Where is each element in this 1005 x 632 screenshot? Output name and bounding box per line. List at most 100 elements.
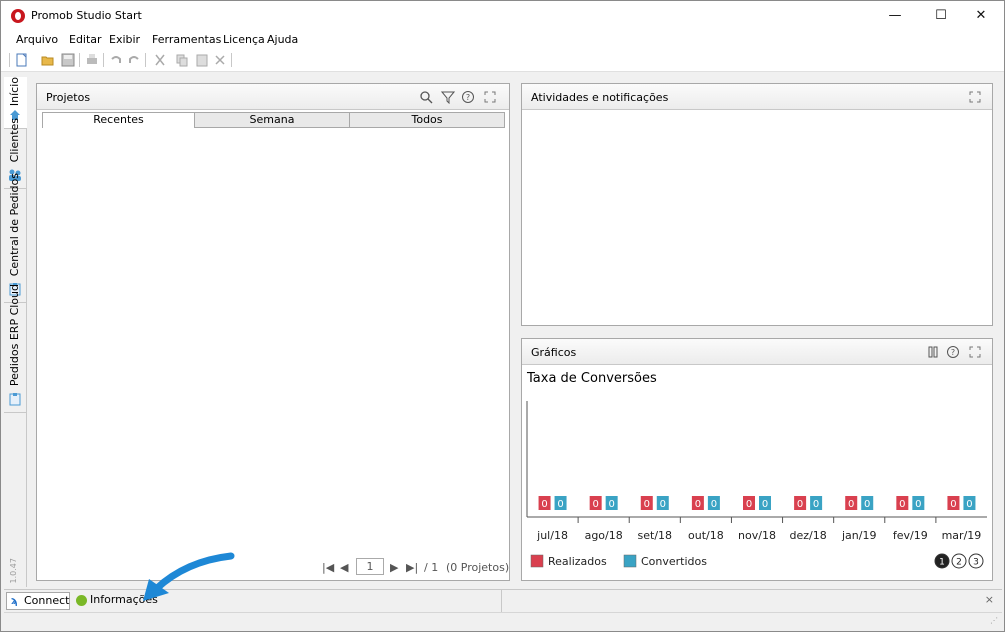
first-page-button[interactable]: |◀ (322, 561, 334, 574)
search-icon[interactable] (419, 90, 433, 104)
menu-editar[interactable]: Editar (69, 33, 102, 46)
prev-page-button[interactable]: ◀ (340, 561, 348, 574)
menu-ajuda[interactable]: Ajuda (267, 33, 298, 46)
data-label: 0 (592, 499, 598, 510)
expand-icon[interactable] (483, 90, 497, 104)
sidebar-item-label: Clientes (8, 117, 21, 162)
projects-header: Projetos ? (37, 84, 509, 110)
rss-icon: ϡ (11, 594, 18, 607)
expand-icon[interactable] (968, 345, 982, 359)
app-window: Promob Studio Start — ☐ ✕ Arquivo Editar… (0, 0, 1005, 632)
tab-recentes[interactable]: Recentes (42, 112, 195, 128)
x-tick-label: fev/19 (893, 529, 928, 542)
projects-title: Projetos (46, 91, 91, 104)
activities-panel: Atividades e notificações (521, 83, 993, 326)
legend-swatch (530, 554, 544, 568)
cut-icon[interactable] (153, 53, 167, 67)
data-label: 0 (608, 499, 614, 510)
activities-header: Atividades e notificações (522, 84, 992, 110)
sidebar: Início Clientes Central de Pedidos Pedid… (4, 77, 27, 587)
projects-pager: |◀ ◀ 1 ▶ ▶| / 1 (0 Projetos) (322, 558, 512, 578)
data-label: 0 (915, 499, 921, 510)
data-label: 0 (746, 499, 752, 510)
sidebar-item-pedidos-erp[interactable]: Pedidos ERP Cloud (4, 284, 27, 413)
chart-title: Taxa de Conversões (527, 371, 657, 386)
cloud-orders-icon (9, 393, 21, 406)
legend-label: Realizados (548, 555, 607, 568)
data-label: 0 (950, 499, 956, 510)
data-label: 0 (695, 499, 701, 510)
info-icon (76, 595, 87, 606)
projects-panel: Projetos ? Recentes Semana Todos |◀ ◀ 1 … (36, 83, 510, 581)
connect-label: Connect (24, 594, 70, 607)
menu-ferramentas[interactable]: Ferramentas (152, 33, 221, 46)
x-tick-label: jul/18 (536, 529, 568, 542)
tab-semana[interactable]: Semana (194, 112, 350, 128)
paste-icon[interactable] (195, 53, 209, 67)
project-count: (0 Projetos) (446, 561, 510, 574)
data-label: 0 (541, 499, 547, 510)
data-label: 0 (711, 499, 717, 510)
copy-icon[interactable] (175, 53, 189, 67)
window-title: Promob Studio Start (31, 9, 142, 22)
x-tick-label: ago/18 (585, 529, 623, 542)
svg-text:?: ? (951, 348, 955, 357)
x-tick-label: mar/19 (942, 529, 982, 542)
connect-button[interactable]: ϡ Connect (6, 592, 70, 610)
page-input[interactable]: 1 (356, 558, 384, 575)
legend-label: Convertidos (641, 555, 707, 568)
x-tick-label: set/18 (638, 529, 673, 542)
x-tick-label: dez/18 (789, 529, 826, 542)
sidebar-item-label: Pedidos ERP Cloud (8, 283, 21, 386)
chart-page-number: 1 (939, 558, 945, 568)
bottom-strip: ⋰ (4, 612, 1002, 631)
toolbar-separator (79, 53, 80, 67)
x-tick-label: jan/19 (841, 529, 876, 542)
status-close-button[interactable]: × (985, 593, 994, 606)
app-logo-icon (11, 9, 25, 23)
data-label: 0 (864, 499, 870, 510)
menu-arquivo[interactable]: Arquivo (16, 33, 58, 46)
data-label: 0 (762, 499, 768, 510)
pause-icon[interactable] (926, 345, 940, 359)
x-tick-label: out/18 (688, 529, 724, 542)
legend-swatch (623, 554, 637, 568)
undo-icon[interactable] (109, 53, 123, 67)
page-total: / 1 (424, 561, 439, 574)
filter-icon[interactable] (441, 90, 455, 104)
delete-icon[interactable] (213, 53, 227, 67)
activities-title: Atividades e notificações (531, 91, 669, 104)
redo-icon[interactable] (127, 53, 141, 67)
next-page-button[interactable]: ▶ (390, 561, 398, 574)
toolbar-separator (231, 53, 232, 67)
menu-licenca[interactable]: Licença (223, 33, 265, 46)
data-label: 0 (557, 499, 563, 510)
print-icon[interactable] (85, 53, 99, 67)
expand-icon[interactable] (968, 90, 982, 104)
close-button[interactable]: ✕ (959, 1, 1003, 31)
save-icon[interactable] (61, 53, 75, 67)
sidebar-item-label: Central de Pedidos (8, 172, 21, 276)
menu-exibir[interactable]: Exibir (109, 33, 140, 46)
tab-todos[interactable]: Todos (349, 112, 505, 128)
title-bar: Promob Studio Start — ☐ ✕ (1, 1, 1004, 31)
minimize-button[interactable]: — (873, 1, 917, 31)
menu-bar: Arquivo Editar Exibir Ferramentas Licenç… (1, 31, 1004, 48)
open-folder-icon[interactable] (41, 53, 55, 67)
data-label: 0 (813, 499, 819, 510)
toolbar-grip (9, 53, 10, 67)
data-label: 0 (966, 499, 972, 510)
version-label: 1.0.47 (9, 557, 18, 583)
last-page-button[interactable]: ▶| (406, 561, 418, 574)
resize-grip-icon[interactable]: ⋰ (990, 616, 998, 625)
help-icon[interactable]: ? (946, 345, 960, 359)
charts-title: Gráficos (531, 346, 577, 359)
new-file-icon[interactable] (15, 53, 29, 67)
chart-page-number: 3 (973, 558, 979, 568)
x-tick-label: nov/18 (738, 529, 776, 542)
data-label: 0 (660, 499, 666, 510)
maximize-button[interactable]: ☐ (919, 1, 963, 31)
status-divider (501, 590, 502, 612)
help-icon[interactable]: ? (461, 90, 475, 104)
chart-page-number: 2 (956, 558, 962, 568)
